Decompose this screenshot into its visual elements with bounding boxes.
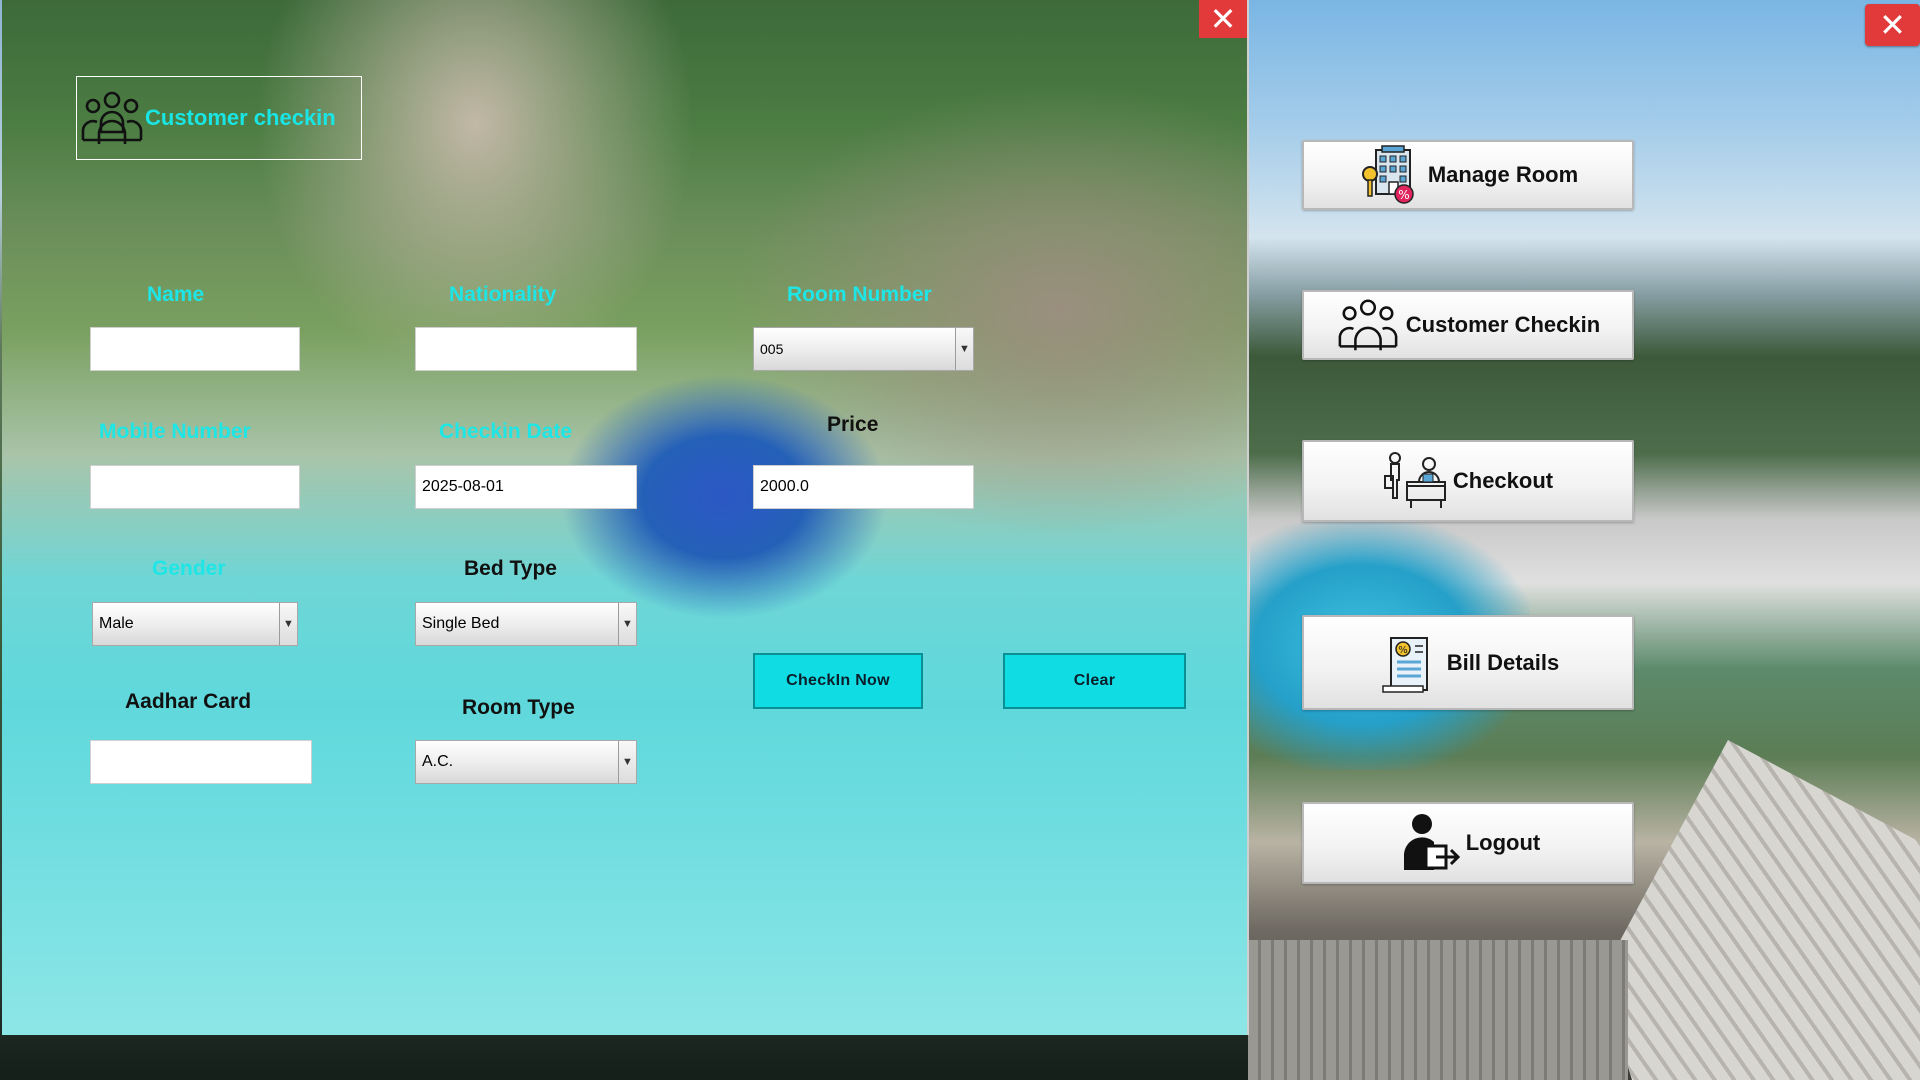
room-number-select[interactable]: 005 ▼ <box>753 327 974 371</box>
user-logout-icon <box>1403 814 1460 870</box>
customer-checkin-panel: ✕ Customer checkin Name Nationality Room… <box>2 0 1249 1035</box>
resort-roof-lower-background <box>1248 940 1628 1080</box>
chevron-down-icon: ▼ <box>618 741 636 783</box>
chevron-down-icon: ▼ <box>279 603 297 645</box>
gender-value: Male <box>99 615 134 632</box>
window-close-button[interactable]: ✕ <box>1865 4 1920 46</box>
menu-manage-room-button[interactable]: % Manage Room <box>1302 140 1634 210</box>
price-input[interactable] <box>753 465 974 509</box>
page-header: Customer checkin <box>76 76 362 160</box>
nationality-input[interactable] <box>415 327 637 371</box>
price-label: Price <box>827 413 879 436</box>
hotel-building-icon: % <box>1361 145 1414 204</box>
menu-customer-checkin-label: Customer Checkin <box>1405 312 1601 337</box>
bed-type-label: Bed Type <box>464 557 557 580</box>
svg-text:%: % <box>1398 188 1409 202</box>
svg-text:%: % <box>1398 645 1408 656</box>
chevron-down-icon: ▼ <box>618 603 636 645</box>
bed-type-value: Single Bed <box>422 615 500 632</box>
aadhar-card-label: Aadhar Card <box>125 690 252 713</box>
menu-bill-details-button[interactable]: % Bill Details <box>1302 615 1634 710</box>
gender-label: Gender <box>152 557 226 580</box>
clear-button[interactable]: Clear <box>1003 653 1186 709</box>
chevron-down-icon: ▼ <box>955 328 973 370</box>
nationality-label: Nationality <box>449 283 557 306</box>
mobile-number-input[interactable] <box>90 465 300 509</box>
room-number-value: 005 <box>760 341 784 357</box>
reception-desk-icon <box>1383 452 1446 508</box>
menu-manage-room-label: Manage Room <box>1427 162 1579 187</box>
name-input[interactable] <box>90 327 300 371</box>
gender-select[interactable]: Male ▼ <box>92 602 298 646</box>
menu-checkout-button[interactable]: Checkout <box>1302 440 1634 522</box>
bed-type-select[interactable]: Single Bed ▼ <box>415 602 637 646</box>
menu-customer-checkin-button[interactable]: Customer Checkin <box>1302 290 1634 360</box>
room-number-label: Room Number <box>787 283 932 306</box>
people-group-icon <box>1338 299 1398 351</box>
menu-logout-button[interactable]: Logout <box>1302 802 1634 884</box>
checkin-date-label: Checkin Date <box>439 420 573 443</box>
menu-bill-details-label: Bill Details <box>1446 649 1560 675</box>
room-type-label: Room Type <box>462 696 575 719</box>
room-type-select[interactable]: A.C. ▼ <box>415 740 637 784</box>
menu-logout-label: Logout <box>1465 830 1541 855</box>
close-icon: ✕ <box>1879 7 1906 43</box>
mobile-number-label: Mobile Number <box>99 420 251 443</box>
checkin-now-button[interactable]: CheckIn Now <box>753 653 923 709</box>
name-label: Name <box>147 283 205 306</box>
checkin-date-input[interactable] <box>415 465 637 509</box>
people-group-icon <box>81 91 143 144</box>
menu-checkout-label: Checkout <box>1452 468 1554 493</box>
bill-receipt-icon: % <box>1382 636 1428 693</box>
room-type-value: A.C. <box>422 753 454 770</box>
close-icon: ✕ <box>1209 1 1237 37</box>
panel-close-button[interactable]: ✕ <box>1199 0 1247 38</box>
page-title: Customer checkin <box>145 105 336 130</box>
aadhar-card-input[interactable] <box>90 740 312 784</box>
